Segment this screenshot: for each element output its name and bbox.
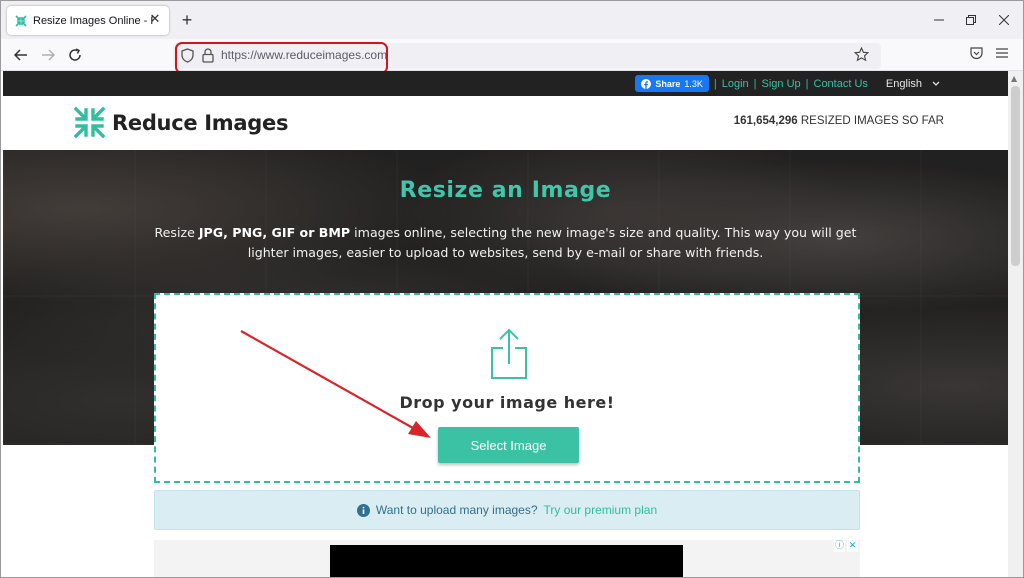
login-link[interactable]: Login (722, 78, 749, 90)
desc-prefix: Resize (154, 225, 199, 240)
counter-label: RESIZED IMAGES SO FAR (797, 115, 944, 127)
new-tab-plus-icon[interactable]: + (177, 9, 197, 31)
scroll-up-arrow-icon[interactable]: ▲ (1011, 74, 1017, 83)
drop-image-text: Drop your image here! (399, 393, 615, 412)
counter-number: 161,654,296 (733, 115, 798, 127)
vertical-scrollbar[interactable]: ▲ (1008, 71, 1023, 577)
site-logo[interactable]: Reduce Images (73, 106, 288, 139)
scrollbar-thumb[interactable] (1011, 86, 1020, 266)
language-selector[interactable]: English (886, 78, 940, 90)
browser-window: Resize Images Online - Reduce Im ✕ + (0, 0, 1024, 578)
url-highlight-annotation (175, 42, 388, 74)
tab-close-icon[interactable]: ✕ (147, 12, 163, 28)
browser-tab[interactable]: Resize Images Online - Reduce Im ✕ (7, 6, 169, 35)
language-label: English (885, 77, 922, 90)
topbar-separator: | (805, 77, 809, 90)
back-arrow-icon[interactable] (11, 45, 31, 65)
hamburger-menu-icon[interactable] (995, 46, 1009, 60)
reduce-images-favicon-icon (15, 14, 27, 27)
navigation-toolbar: https://www.reduceimages.com (1, 39, 1023, 71)
advertisement-area: ⓘ ✕ (154, 540, 860, 577)
tab-title: Resize Images Online - Reduce Im (33, 14, 153, 27)
topbar-separator: | (753, 77, 757, 90)
window-minimize-icon[interactable] (927, 9, 951, 31)
page-title: Resize an Image (399, 178, 612, 203)
select-image-button[interactable]: Select Image (438, 427, 579, 463)
facebook-share-button[interactable]: Share 1.3K (635, 75, 709, 92)
premium-info-box: Want to upload many images? Try our prem… (154, 490, 860, 530)
pocket-icon[interactable] (969, 46, 984, 61)
upload-icon (491, 328, 527, 379)
site-header: Reduce Images 161,654,296 RESIZED IMAGES… (3, 96, 1008, 150)
ad-choices[interactable]: ⓘ ✕ (834, 541, 858, 552)
topbar-separator: | (713, 77, 717, 90)
desc-formats: JPG, PNG, GIF or BMP (198, 225, 351, 240)
site-topbar: Share 1.3K | Login | Sign Up | Contact U… (3, 71, 1008, 96)
bookmark-star-icon[interactable] (854, 47, 869, 62)
ad-info-icon[interactable]: ⓘ (834, 541, 845, 552)
brand-name: Reduce Images (112, 110, 289, 135)
web-page: Share 1.3K | Login | Sign Up | Contact U… (3, 71, 1008, 577)
info-icon (356, 503, 370, 517)
chevron-down-icon (932, 81, 940, 86)
resized-images-counter: 161,654,296 RESIZED IMAGES SO FAR (734, 115, 944, 127)
hero-description: Resize JPG, PNG, GIF or BMP images onlin… (153, 223, 858, 263)
share-count: 1.3K (684, 78, 703, 89)
tab-strip: Resize Images Online - Reduce Im ✕ + (1, 1, 1023, 39)
reduce-arrows-logo-icon (73, 106, 106, 139)
window-restore-icon[interactable] (959, 9, 983, 31)
premium-plan-link[interactable]: Try our premium plan (544, 503, 658, 517)
sign-up-link[interactable]: Sign Up (762, 78, 801, 90)
info-text: Want to upload many images? (375, 503, 538, 517)
ad-close-icon[interactable]: ✕ (847, 541, 858, 552)
forward-arrow-icon[interactable] (38, 45, 58, 65)
advertisement-banner[interactable] (330, 545, 683, 577)
contact-us-link[interactable]: Contact Us (814, 78, 868, 90)
window-close-icon[interactable] (992, 9, 1016, 31)
share-label: Share (655, 78, 681, 89)
facebook-icon (641, 78, 652, 89)
image-dropzone[interactable]: Drop your image here! Select Image (154, 293, 860, 483)
reload-icon[interactable] (65, 45, 85, 65)
